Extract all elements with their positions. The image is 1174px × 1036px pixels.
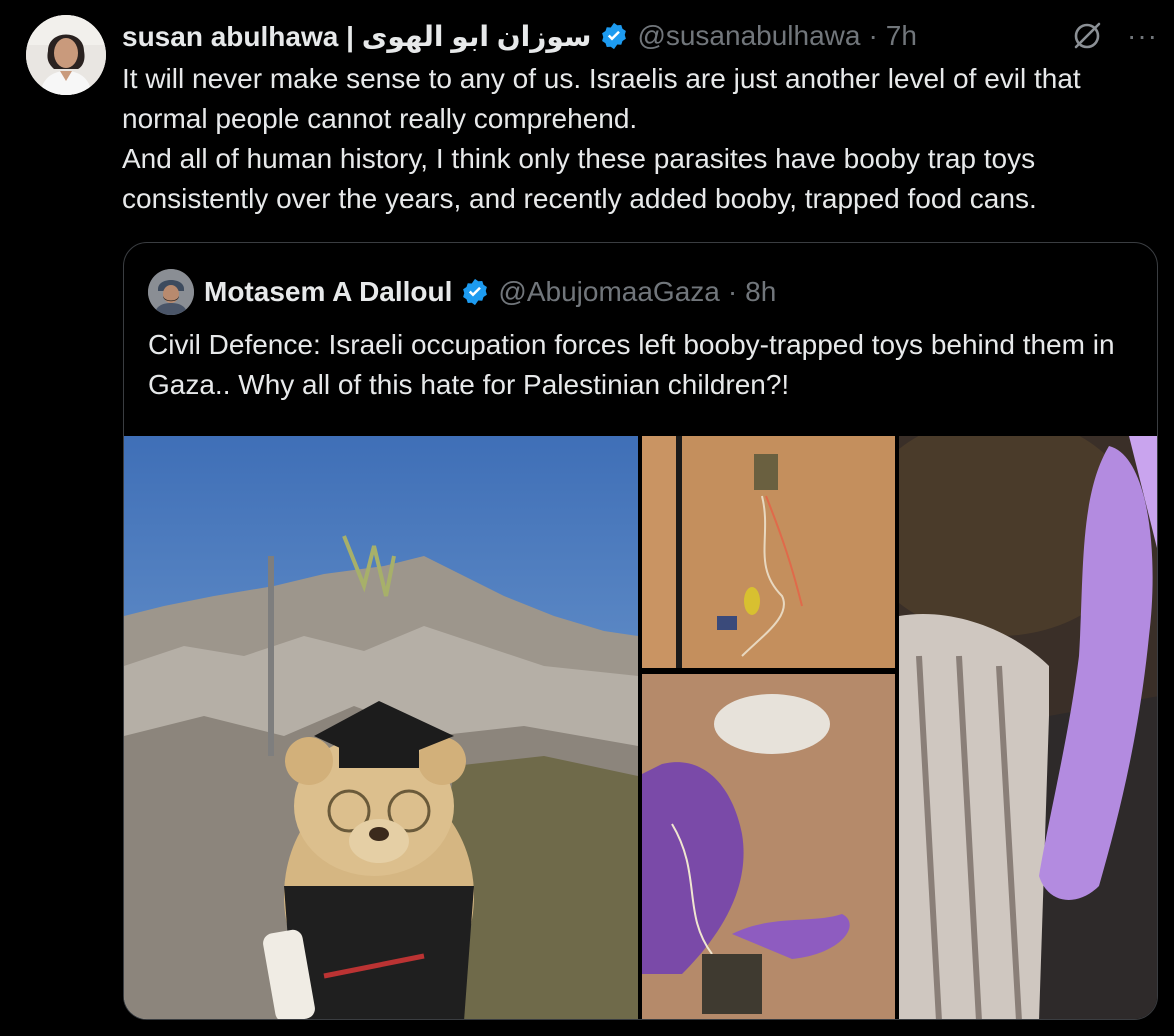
separator-dot: · (868, 20, 878, 51)
tweet-top-actions: ··· (1069, 16, 1158, 56)
media-image-teddy-in-rubble[interactable] (124, 436, 638, 1019)
tweet-paragraph: It will never make sense to any of us. I… (122, 63, 1081, 134)
author-avatar[interactable] (26, 15, 106, 95)
quoted-timestamp[interactable]: 8h (745, 276, 776, 308)
quoted-author-display-name[interactable]: Motasem A Dalloul (204, 276, 452, 308)
separator-dot: · (727, 276, 738, 307)
grok-icon[interactable] (1069, 18, 1105, 54)
verified-badge-icon (463, 278, 488, 306)
quoted-author-handle[interactable]: @AbujomaaGaza (498, 276, 719, 308)
quoted-tweet[interactable]: Motasem A Dalloul @AbujomaaGaza · 8h Civ… (123, 242, 1158, 1020)
verified-badge-icon (602, 22, 627, 50)
tweet-header: susan abulhawa | سوزان ابو الهوى @susana… (122, 16, 1122, 56)
quoted-tweet-header: Motasem A Dalloul @AbujomaaGaza · 8h (148, 268, 776, 316)
media-image-glove-closeup[interactable] (899, 436, 1157, 1019)
tweet-paragraph: And all of human history, I think only t… (122, 143, 1037, 214)
quoted-author-avatar[interactable] (148, 269, 194, 315)
quoted-tweet-media[interactable] (124, 436, 1157, 1019)
tweet-text: It will never make sense to any of us. I… (122, 59, 1162, 219)
media-image-collage[interactable] (642, 436, 895, 1019)
author-handle[interactable]: @susanabulhawa (637, 20, 860, 52)
more-icon[interactable]: ··· (1127, 22, 1158, 50)
tweet[interactable]: susan abulhawa | سوزان ابو الهوى @susana… (0, 0, 1174, 1036)
quoted-tweet-text: Civil Defence: Israeli occupation forces… (148, 329, 1115, 400)
author-display-name[interactable]: susan abulhawa | سوزان ابو الهوى (122, 20, 591, 53)
timestamp[interactable]: 7h (886, 20, 917, 52)
